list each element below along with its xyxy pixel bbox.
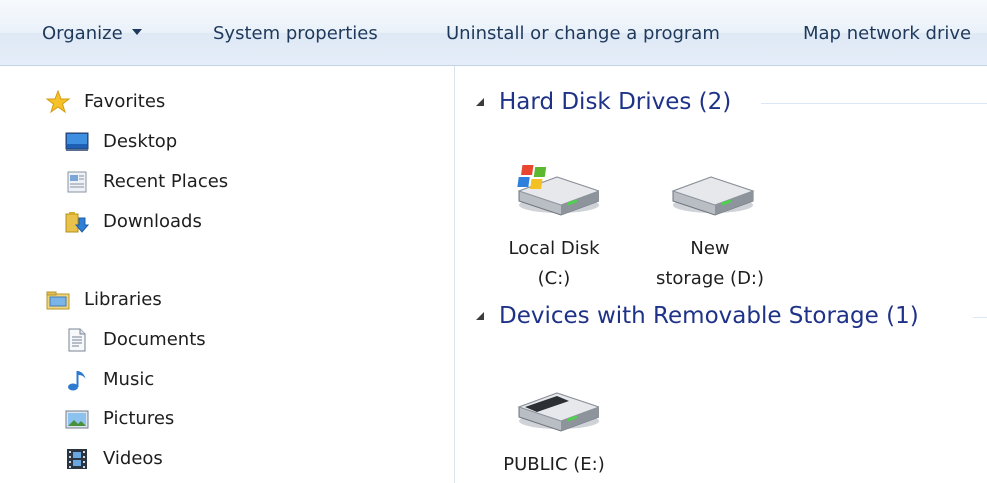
group-header-removable-storage[interactable]: Devices with Removable Storage (1) — [476, 299, 987, 333]
videos-film-icon — [67, 449, 87, 469]
organize-label: Organize — [42, 23, 123, 44]
music-note-icon — [68, 371, 86, 391]
dropdown-arrow-icon — [131, 29, 142, 35]
drive-c-label: Local Disk (C:) — [499, 234, 609, 294]
nav-libraries-label: Libraries — [84, 289, 162, 310]
drive-c-label-line1: Local Disk — [508, 238, 600, 259]
nav-favorites-label: Favorites — [84, 91, 166, 112]
drive-e-label-line1: PUBLIC (E:) — [503, 454, 605, 475]
nav-pictures-label: Pictures — [103, 408, 175, 429]
drive-d-label: New storage (D:) — [655, 234, 765, 294]
navigation-pane: Favorites Desktop Recent Places Download… — [0, 66, 455, 483]
group-title-removable-storage: Devices with Removable Storage (1) — [499, 303, 919, 329]
hard-drive-icon — [671, 176, 755, 216]
collapse-triangle-icon — [476, 312, 484, 320]
group-title-hard-disk-drives: Hard Disk Drives (2) — [499, 89, 732, 115]
libraries-icon — [46, 291, 70, 310]
system-properties-button[interactable]: System properties — [213, 22, 378, 46]
desktop-icon — [65, 132, 89, 151]
command-bar: Organize System properties Uninstall or … — [0, 0, 987, 66]
pictures-icon — [65, 410, 89, 429]
nav-recent-places-label: Recent Places — [103, 171, 229, 192]
drive-c-label-line2: (C:) — [537, 268, 571, 289]
group-divider — [973, 317, 987, 318]
nav-desktop-label: Desktop — [103, 131, 178, 152]
downloads-folder-icon — [65, 212, 89, 233]
organize-menu-button[interactable]: Organize — [42, 22, 142, 46]
drive-d-label-line1: New — [690, 238, 730, 259]
drive-d-label-line2: storage (D:) — [655, 268, 765, 289]
nav-downloads-label: Downloads — [103, 211, 202, 232]
collapse-triangle-icon — [476, 98, 484, 106]
uninstall-program-button[interactable]: Uninstall or change a program — [446, 22, 720, 46]
nav-music-label: Music — [103, 369, 155, 390]
windows-system-drive-icon — [517, 165, 599, 216]
drive-new-storage-d[interactable]: New storage (D:) — [655, 161, 765, 289]
group-header-hard-disk-drives[interactable]: Hard Disk Drives (2) — [476, 85, 987, 119]
drive-public-e[interactable]: PUBLIC (E:) — [499, 377, 609, 477]
recent-places-icon — [67, 171, 87, 193]
drives-content-pane: Hard Disk Drives (2) Local Disk (C:) New… — [456, 66, 987, 483]
nav-videos-label: Videos — [103, 448, 163, 469]
drive-local-disk-c[interactable]: Local Disk (C:) — [499, 161, 609, 289]
nav-documents-label: Documents — [103, 329, 206, 350]
group-divider — [761, 103, 987, 104]
documents-icon — [68, 328, 86, 352]
removable-drive-icon — [517, 392, 599, 432]
star-icon — [46, 90, 70, 114]
drive-e-label: PUBLIC (E:) — [499, 450, 609, 480]
map-network-drive-button[interactable]: Map network drive — [803, 22, 971, 46]
